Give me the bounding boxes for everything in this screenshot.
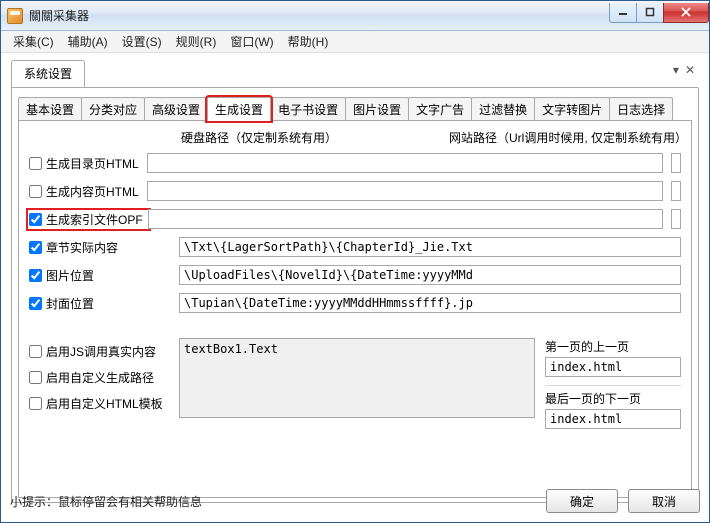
tab-category[interactable]: 分类对应 [81, 97, 145, 121]
content-web-input[interactable] [671, 181, 681, 201]
chk-js-real-content[interactable] [29, 345, 42, 358]
image-path-input[interactable] [179, 265, 681, 285]
web-path-header: 网站路径（Url调用时候用, 仅定制系统有用） [449, 129, 681, 146]
minimize-button[interactable] [609, 3, 637, 23]
tab-ebook[interactable]: 电子书设置 [270, 97, 346, 121]
tab-text2img[interactable]: 文字转图片 [534, 97, 610, 121]
window-title: 關關采集器 [29, 7, 610, 24]
app-icon [7, 8, 23, 24]
tab-image[interactable]: 图片设置 [345, 97, 409, 121]
row-cover-path: 封面位置 [29, 292, 681, 314]
lower-section: 启用JS调用真实内容 启用自定义生成路径 启用自定义HTML模板 第一页的上一页 [29, 338, 681, 435]
tab-filter[interactable]: 过滤替换 [471, 97, 535, 121]
chapter-path-input[interactable] [179, 237, 681, 257]
titlebar: 關關采集器 [1, 1, 709, 31]
lbl-cover-path: 封面位置 [46, 295, 94, 312]
maximize-button[interactable] [636, 3, 664, 23]
chk-custom-gen-path[interactable] [29, 371, 42, 384]
lbl-image-path: 图片位置 [46, 267, 94, 284]
footer: 小提示：鼠标停留会有相关帮助信息 确定 取消 [10, 489, 700, 513]
outer-tab-area: 系统设置 ▾ ✕ [1, 53, 709, 87]
catalog-disk-input[interactable] [147, 153, 663, 173]
tab-generate[interactable]: 生成设置 [207, 97, 271, 121]
opf-disk-input[interactable] [148, 209, 663, 229]
close-icon [680, 7, 692, 17]
hint-text: 小提示：鼠标停留会有相关帮助信息 [10, 493, 536, 510]
tab-close-icon[interactable]: ✕ [685, 63, 695, 77]
maximize-icon [645, 7, 655, 17]
window-buttons [610, 3, 709, 23]
close-button[interactable] [663, 3, 709, 23]
lbl-catalog-html: 生成目录页HTML [46, 155, 139, 172]
column-headers: 硬盘路径（仅定制系统有用） 网站路径（Url调用时候用, 仅定制系统有用） [29, 129, 681, 146]
menu-settings[interactable]: 设置(S) [116, 31, 168, 52]
lbl-last-next: 最后一页的下一页 [545, 390, 681, 407]
lbl-js-real-content: 启用JS调用真实内容 [46, 343, 156, 360]
chk-cover-path[interactable] [29, 297, 42, 310]
menu-assist[interactable]: 辅助(A) [62, 31, 114, 52]
first-prev-input[interactable] [545, 357, 681, 377]
row-chapter-content: 章节实际内容 [29, 236, 681, 258]
tab-dropdown-icon[interactable]: ▾ [673, 63, 679, 77]
menu-rules[interactable]: 规则(R) [170, 31, 223, 52]
lbl-content-html: 生成内容页HTML [46, 183, 139, 200]
template-textarea[interactable] [179, 338, 535, 418]
row-image-path: 图片位置 [29, 264, 681, 286]
lbl-custom-gen-path: 启用自定义生成路径 [46, 369, 154, 386]
catalog-web-input[interactable] [671, 153, 681, 173]
chk-custom-html-tpl[interactable] [29, 397, 42, 410]
app-window: 關關采集器 采集(C) 辅助(A) 设置(S) 规则(R) 窗口(W) 帮助(H… [0, 0, 710, 523]
chk-image-path[interactable] [29, 269, 42, 282]
menu-help[interactable]: 帮助(H) [282, 31, 335, 52]
ok-button[interactable]: 确定 [546, 489, 618, 513]
menu-collect[interactable]: 采集(C) [7, 31, 60, 52]
chk-catalog-html[interactable] [29, 157, 42, 170]
row-index-opf: 生成索引文件OPF [29, 208, 681, 230]
lbl-chapter-content: 章节实际内容 [46, 239, 118, 256]
lbl-first-prev: 第一页的上一页 [545, 338, 681, 355]
menu-window[interactable]: 窗口(W) [224, 31, 279, 52]
generate-settings-panel: 硬盘路径（仅定制系统有用） 网站路径（Url调用时候用, 仅定制系统有用） 生成… [18, 120, 692, 498]
outer-panel: 基本设置 分类对应 高级设置 生成设置 电子书设置 图片设置 文字广告 过滤替换… [11, 87, 699, 503]
opf-web-input[interactable] [671, 209, 681, 229]
content-disk-input[interactable] [147, 181, 663, 201]
disk-path-header: 硬盘路径（仅定制系统有用） [181, 129, 449, 146]
tab-textad[interactable]: 文字广告 [408, 97, 472, 121]
tab-strip-controls: ▾ ✕ [673, 63, 695, 77]
tab-advanced[interactable]: 高级设置 [144, 97, 208, 121]
chk-chapter-content[interactable] [29, 241, 42, 254]
cover-path-input[interactable] [179, 293, 681, 313]
minimize-icon [618, 7, 628, 17]
chk-content-html[interactable] [29, 185, 42, 198]
chk-index-opf[interactable] [29, 213, 42, 226]
lbl-index-opf: 生成索引文件OPF [46, 211, 143, 228]
row-content-html: 生成内容页HTML [29, 180, 681, 202]
cancel-button[interactable]: 取消 [628, 489, 700, 513]
tab-basic[interactable]: 基本设置 [18, 97, 82, 121]
last-next-input[interactable] [545, 409, 681, 429]
tab-system-settings[interactable]: 系统设置 [11, 60, 85, 88]
menubar: 采集(C) 辅助(A) 设置(S) 规则(R) 窗口(W) 帮助(H) [1, 31, 709, 53]
inner-tabs: 基本设置 分类对应 高级设置 生成设置 电子书设置 图片设置 文字广告 过滤替换… [12, 88, 698, 120]
row-catalog-html: 生成目录页HTML [29, 152, 681, 174]
tab-log[interactable]: 日志选择 [609, 97, 673, 121]
lbl-custom-html-tpl: 启用自定义HTML模板 [46, 395, 163, 412]
